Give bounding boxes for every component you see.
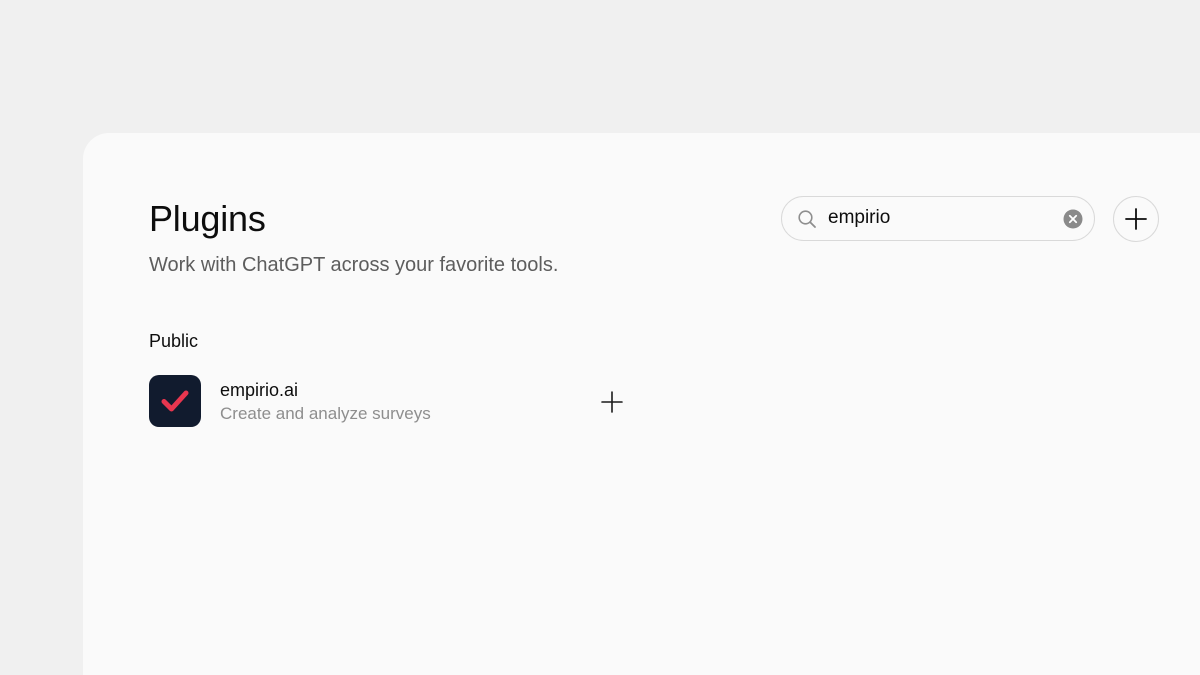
page-title: Plugins — [149, 198, 266, 239]
plugin-description: Create and analyze surveys — [220, 404, 431, 423]
page-subtitle: Work with ChatGPT across your favorite t… — [149, 254, 559, 276]
plugin-logo — [149, 375, 201, 427]
checkmark-icon — [161, 390, 189, 412]
install-plugin-button[interactable] — [597, 387, 627, 417]
plugin-item-empirio[interactable]: empirio.ai Create and analyze surveys — [149, 375, 629, 429]
plus-icon — [601, 391, 623, 413]
add-plugin-button[interactable] — [1113, 196, 1159, 242]
plugin-name: empirio.ai — [220, 380, 299, 400]
plugins-panel: Plugins Work with ChatGPT across your fa… — [83, 133, 1200, 675]
section-label-public: Public — [149, 331, 199, 351]
clear-search-icon[interactable] — [1063, 209, 1083, 229]
plus-icon — [1125, 208, 1147, 230]
search-icon — [797, 209, 817, 229]
search-input[interactable] — [828, 205, 1048, 231]
search-box[interactable] — [781, 196, 1095, 241]
